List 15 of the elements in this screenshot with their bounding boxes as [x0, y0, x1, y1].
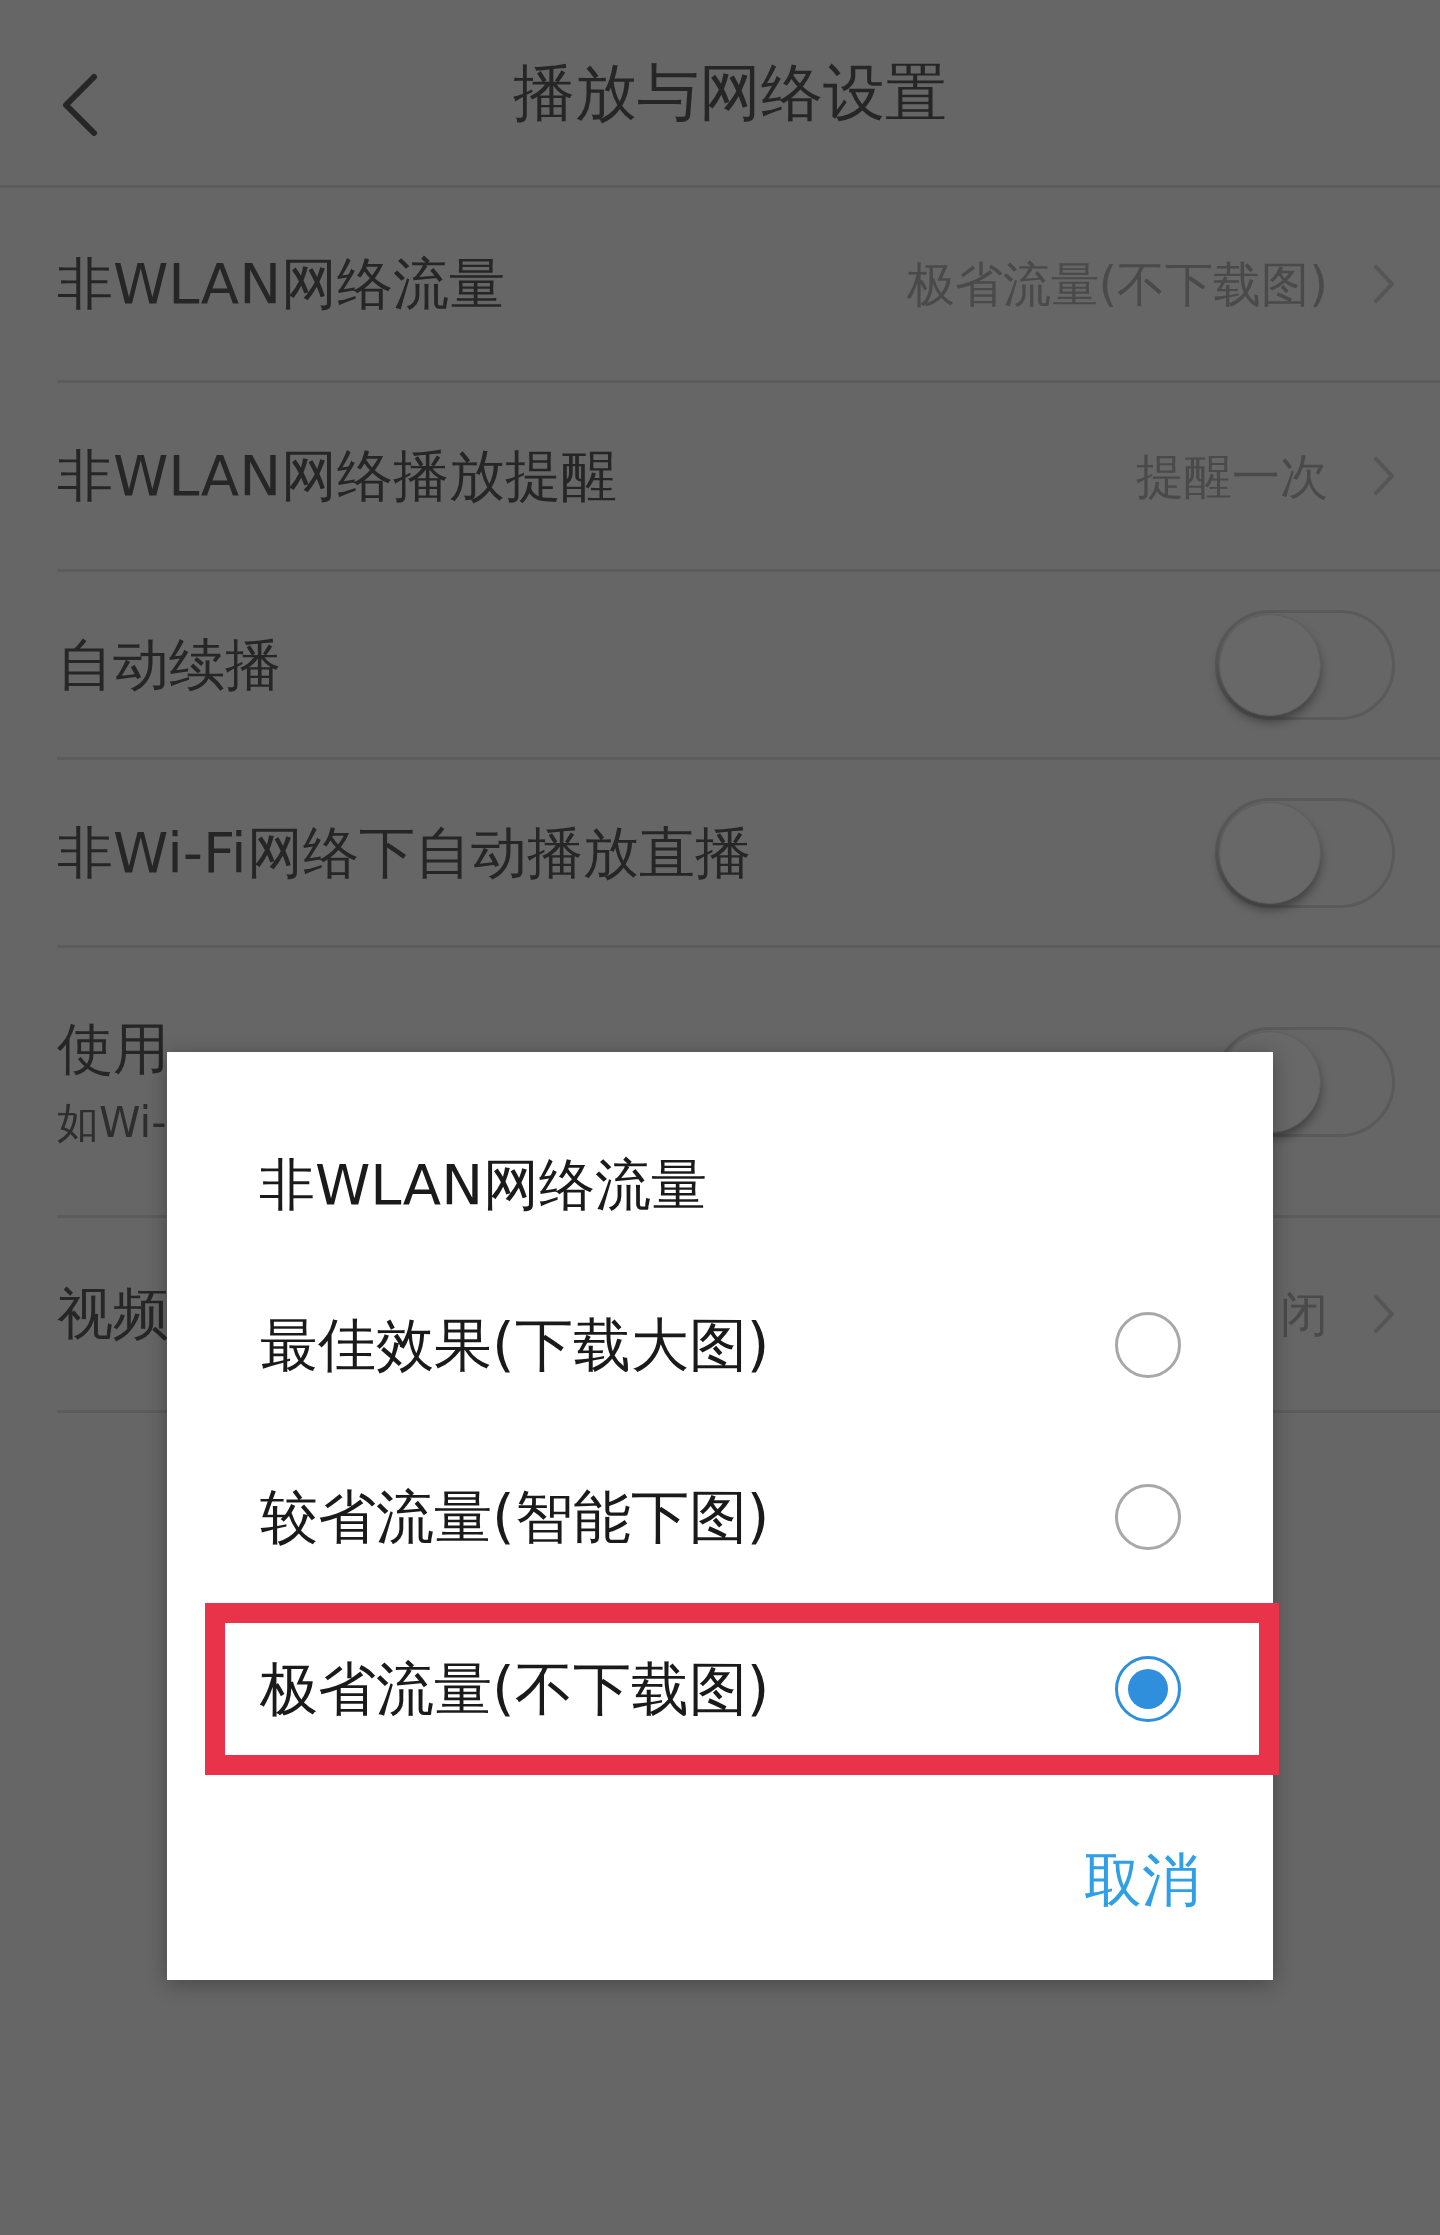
setting-label: 自动续播 — [57, 632, 281, 697]
setting-description: 如Wi- — [57, 1098, 168, 1147]
page-title: 播放与网络设置 — [513, 55, 947, 131]
setting-label: 非WLAN网络播放提醒 — [57, 444, 618, 508]
radio-button[interactable] — [1115, 1312, 1181, 1378]
radio-button[interactable] — [1115, 1484, 1181, 1550]
radio-button[interactable] — [1115, 1656, 1181, 1722]
setting-label: 非Wi-Fi网络下自动播放直播 — [57, 820, 751, 885]
setting-label: 非WLAN网络流量 — [57, 252, 506, 316]
dialog-option[interactable]: 极省流量(不下载图) — [205, 1603, 1279, 1775]
dialog-option[interactable]: 最佳效果(下载大图) — [205, 1259, 1279, 1431]
setting-label: 使用 — [57, 1016, 169, 1081]
setting-label: 视频 — [57, 1282, 169, 1346]
dialog-title: 非WLAN网络流量 — [259, 1151, 708, 1219]
dialog-option[interactable]: 较省流量(智能下图) — [205, 1431, 1279, 1603]
